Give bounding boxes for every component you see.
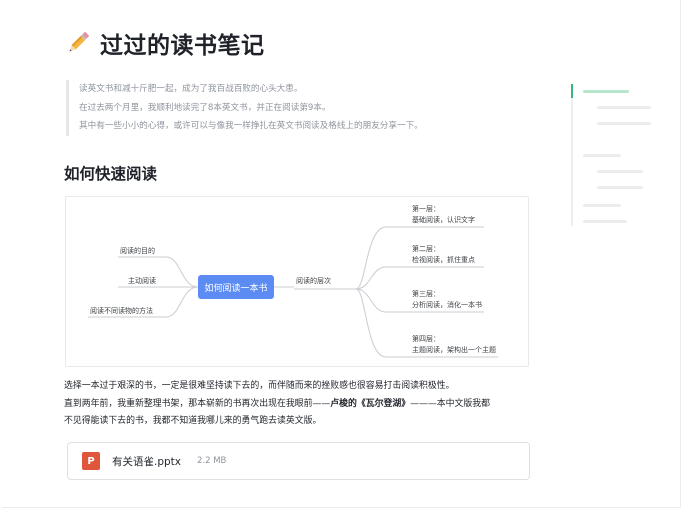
mindmap-level-name: 第一层： [412, 205, 440, 213]
mindmap-level-name: 第二层： [412, 245, 440, 253]
toc-item[interactable] [597, 106, 651, 109]
attachment-card[interactable]: P 有关语雀.pptx 2.2 MB [67, 442, 530, 480]
mindmap-level-desc: 分析阅读，消化一本书 [412, 301, 482, 309]
paragraph-line: 选择一本过于艰深的书，一定是很难坚持读下去的，而伴随而来的挫败感也很容易打击阅读… [64, 381, 455, 391]
bold-book-title: 卢梭的《瓦尔登湖》 [330, 398, 411, 409]
toc-item[interactable] [583, 220, 627, 223]
intro-quote-block: 读英文书和减十斤肥一起，成为了我百战百败的心头大患。 在过去两个月里，我顺利地读… [66, 80, 519, 136]
paragraph-line: 直到两年前，我重新整理书架，那本崭新的书再次出现在我眼前——卢梭的《瓦尔登湖》—… [64, 396, 534, 414]
table-of-contents[interactable] [571, 84, 661, 234]
paragraph-text: ———本中文版我都 [410, 398, 490, 409]
quote-line: 在过去两个月里，我顺利地读完了8本英文书，并正在阅读第9本。 [79, 102, 331, 113]
body-paragraph: 选择一本过于艰深的书，一定是很难坚持读下去的，而伴随而来的挫败感也很容易打击阅读… [64, 378, 534, 431]
attachment-name[interactable]: 有关语雀.pptx [112, 454, 181, 469]
mindmap-level-name: 第四层： [412, 335, 440, 343]
toc-item[interactable] [597, 186, 643, 189]
mindmap-diagram[interactable]: 阅读的目的 主动阅读 阅读不同读物的方法 如何阅读一本书 阅读的层次 第一层： … [65, 196, 529, 367]
toc-rail [571, 84, 573, 226]
document-title: 过过的读书笔记 [64, 26, 265, 60]
toc-item[interactable] [597, 122, 651, 125]
mindmap-node-left: 阅读不同读物的方法 [90, 307, 153, 315]
quote-line: 其中有一些小小的心得，或许可以与像我一样挣扎在英文书阅读及格线上的朋友分享一下。 [79, 121, 423, 131]
toc-item[interactable] [583, 204, 621, 207]
toc-active-indicator [571, 84, 573, 98]
toc-item[interactable] [583, 90, 629, 93]
section-heading: 如何快速阅读 [64, 165, 158, 183]
mindmap-level-name: 第三层： [412, 290, 440, 298]
mindmap-level-desc: 主题阅读，架构出一个主题 [412, 346, 496, 354]
mindmap-level-desc: 基础阅读，认识文字 [412, 216, 475, 224]
mindmap-level-desc: 检视阅读，抓住重点 [412, 256, 475, 264]
powerpoint-file-icon: P [82, 452, 100, 470]
mindmap-node-left: 阅读的目的 [120, 247, 155, 255]
mindmap-root-node[interactable]: 如何阅读一本书 [198, 275, 274, 299]
toc-item[interactable] [583, 154, 621, 157]
toc-item[interactable] [597, 170, 643, 173]
mindmap-branch-node: 阅读的层次 [296, 277, 331, 285]
mindmap-node-left: 主动阅读 [128, 277, 156, 285]
quote-line: 读英文书和减十斤肥一起，成为了我百战百败的心头大患。 [79, 84, 303, 94]
paragraph-line: 不见得能读下去的书，我都不知道我哪儿来的勇气跑去读英文版。 [64, 416, 322, 426]
paragraph-text: 直到两年前，我重新整理书架，那本崭新的书再次出现在我眼前—— [64, 398, 331, 409]
attachment-size: 2.2 MB [197, 456, 227, 466]
page-title: 过过的读书笔记 [100, 33, 265, 59]
pencil-icon [69, 32, 89, 52]
